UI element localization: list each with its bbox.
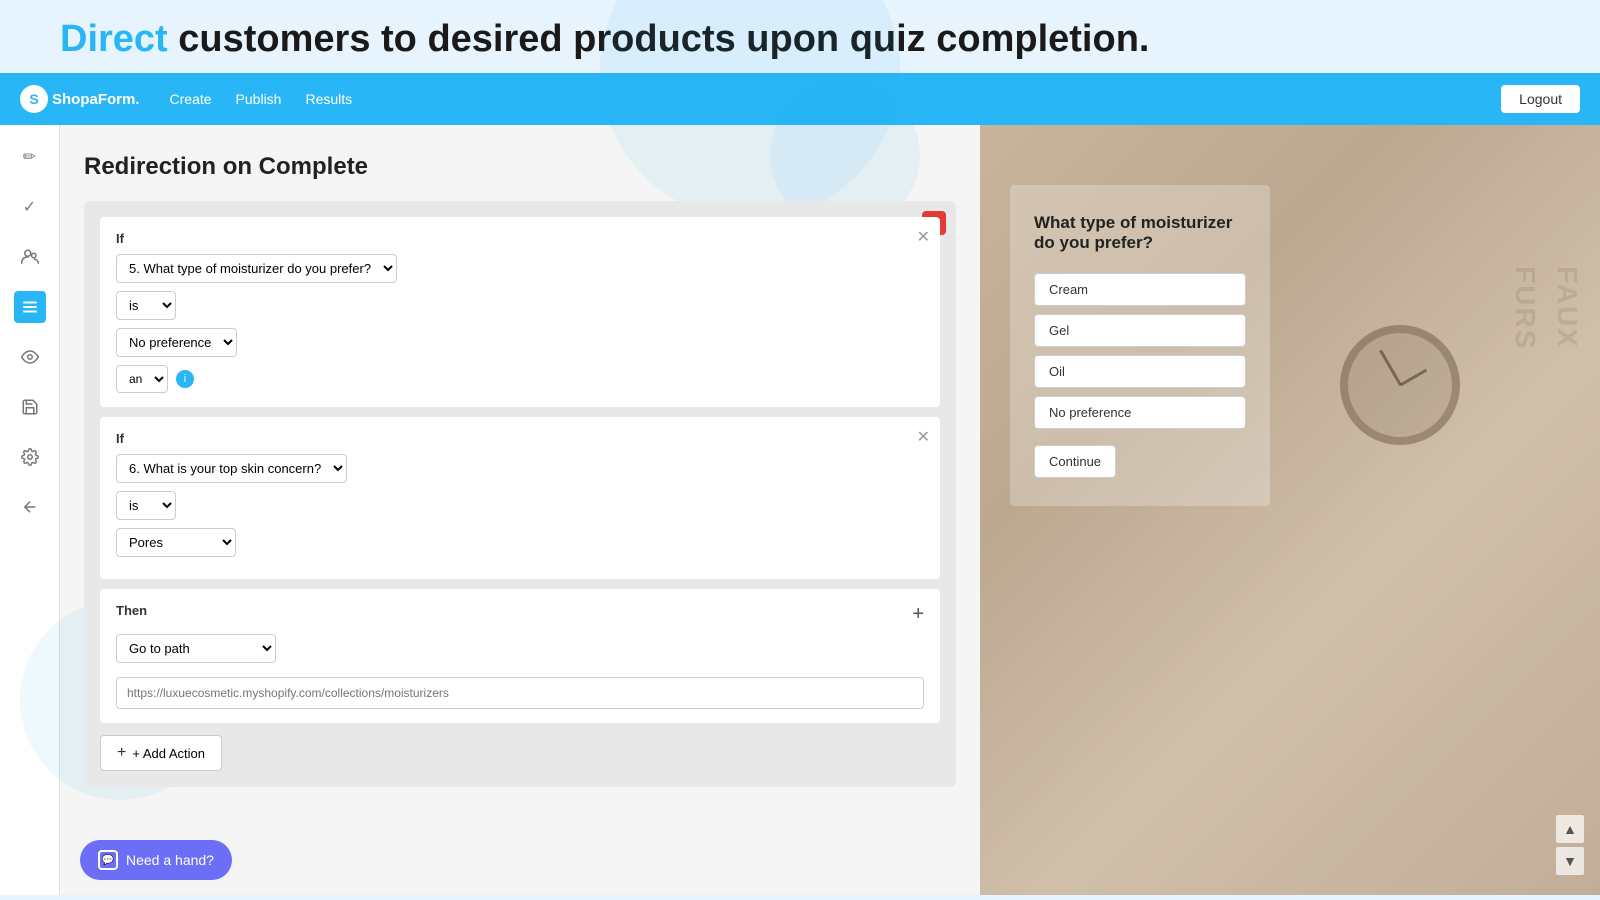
logout-button[interactable]: Logout [1501,85,1580,113]
add-action-label: + Add Action [132,746,205,761]
preview-deco-text: SUEDEVELVETFEATHERSANDFAUXFURS [1504,266,1600,431]
navbar-right: Logout [1501,85,1580,113]
quiz-question: What type of moisturizer do you prefer? [1034,213,1246,253]
main-container: ✏ ✓ [0,125,1600,895]
scroll-arrows: ▲ ▼ [1556,815,1584,875]
help-button[interactable]: 💬 Need a hand? [80,840,232,880]
nav-create[interactable]: Create [170,91,212,107]
quiz-option-cream[interactable]: Cream [1034,273,1246,306]
add-action-button[interactable]: + + Add Action [100,735,222,771]
headline-blue: Direct [60,18,168,60]
condition2-if-label: If [116,431,924,446]
logo: S ShopaForm. [20,85,140,113]
condition1-question-row: 5. What type of moisturizer do you prefe… [116,254,924,283]
help-chat-icon: 💬 [98,850,118,870]
add-condition-button[interactable]: + [912,603,924,626]
sidebar-check-icon[interactable]: ✓ [14,191,46,223]
add-action-plus-icon: + [117,744,126,762]
quiz-card: What type of moisturizer do you prefer? … [1010,185,1270,506]
sidebar-save-icon[interactable] [14,391,46,423]
condition1-operator-select[interactable]: is [116,291,176,320]
logo-text: ShopaForm. [52,91,140,108]
then-header: Then + [116,603,924,626]
condition2-question-select[interactable]: 6. What is your top skin concern? [116,454,347,483]
condition2-operator-select[interactable]: is [116,491,176,520]
url-input[interactable] [116,677,924,709]
condition1-value-row: No preference [116,328,924,357]
and-select[interactable]: and [116,365,168,393]
editor-panel: Redirection on Complete ✕ ✕ If 5. What t… [60,125,980,895]
logo-icon: S [20,85,48,113]
help-label: Need a hand? [126,852,214,868]
sidebar-eye-icon[interactable] [14,341,46,373]
rule-card: ✕ ✕ If 5. What type of moisturizer do yo… [84,201,956,787]
condition1-value-select[interactable]: No preference [116,328,237,357]
then-action-row: Go to path [116,634,924,663]
and-row: and i [116,365,924,393]
then-label: Then [116,603,147,618]
then-block: Then + Go to path [100,589,940,723]
then-action-select[interactable]: Go to path [116,634,276,663]
condition2-value-row: Pores [116,528,924,557]
quiz-option-gel[interactable]: Gel [1034,314,1246,347]
sidebar: ✏ ✓ [0,125,60,895]
condition1-if-label: If [116,231,924,246]
condition1-operator-row: is [116,291,924,320]
clock-decoration [1340,325,1460,445]
sidebar-pencil-icon[interactable]: ✏ [14,141,46,173]
scroll-down-arrow[interactable]: ▼ [1556,847,1584,875]
preview-panel: SUEDEVELVETFEATHERSANDFAUXFURS What type… [980,125,1600,895]
sidebar-list-icon[interactable] [14,291,46,323]
condition2-operator-row: is [116,491,924,520]
condition2-close-button[interactable]: ✕ [917,427,930,447]
condition1-close-button[interactable]: ✕ [917,227,930,247]
nav-results[interactable]: Results [305,91,352,107]
condition2-value-select[interactable]: Pores [116,528,236,557]
nav-publish[interactable]: Publish [236,91,282,107]
quiz-option-oil[interactable]: Oil [1034,355,1246,388]
condition-block-2: ✕ If 6. What is your top skin concern? i… [100,417,940,579]
info-icon: i [176,370,194,388]
condition1-question-select[interactable]: 5. What type of moisturizer do you prefe… [116,254,397,283]
condition-block-1: ✕ If 5. What type of moisturizer do you … [100,217,940,407]
quiz-option-no-preference[interactable]: No preference [1034,396,1246,429]
sidebar-back-icon[interactable] [14,491,46,523]
scroll-up-arrow[interactable]: ▲ [1556,815,1584,843]
continue-button[interactable]: Continue [1034,445,1116,478]
sidebar-gear-icon[interactable] [14,441,46,473]
sidebar-users-icon[interactable] [14,241,46,273]
navbar-nav: Create Publish Results [170,91,353,107]
condition2-question-row: 6. What is your top skin concern? [116,454,924,483]
